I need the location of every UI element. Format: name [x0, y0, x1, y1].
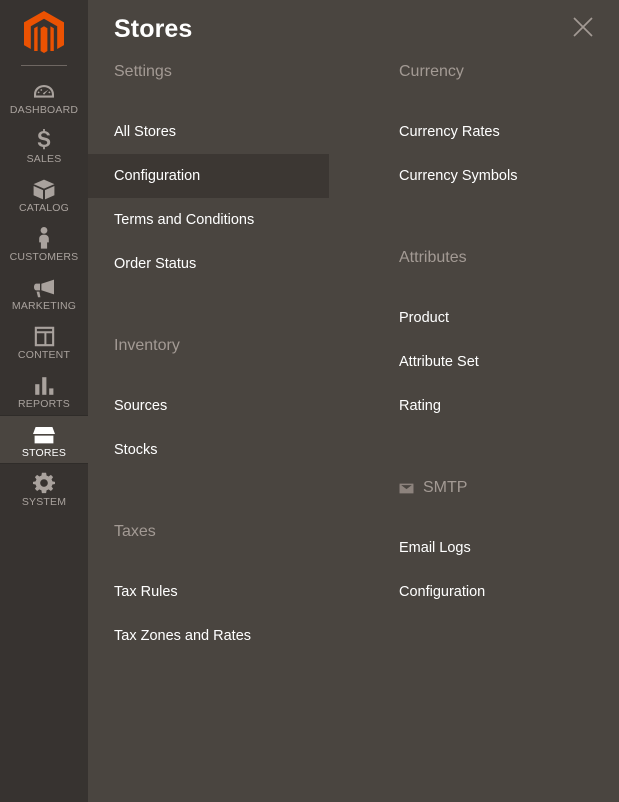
sidebar-item-label: REPORTS [18, 397, 70, 410]
stores-menu-panel: Stores Settings All Stores Configuration… [88, 0, 619, 802]
menu-item-currency-rates[interactable]: Currency Rates [373, 110, 584, 154]
magento-logo-icon [24, 11, 64, 53]
admin-sidebar: DASHBOARD SALES CATALOG CUSTOMERS MARKET… [0, 0, 88, 802]
box-icon [33, 178, 55, 200]
dollar-sign-icon [37, 128, 51, 151]
dashboard-gauge-icon [33, 80, 55, 102]
menu-group-attributes: Attributes Product Attribute Set Rating [373, 244, 598, 428]
group-title: Taxes [114, 523, 156, 540]
panel-header: Stores [88, 0, 619, 58]
menu-item-smtp-configuration[interactable]: Configuration [373, 570, 584, 614]
sidebar-item-dashboard[interactable]: DASHBOARD [0, 72, 88, 121]
menu-item-sources[interactable]: Sources [88, 384, 329, 428]
menu-item-stocks[interactable]: Stocks [88, 428, 329, 472]
group-title-smtp: SMTP [373, 474, 598, 502]
magento-admin-stores-menu: DASHBOARD SALES CATALOG CUSTOMERS MARKET… [0, 0, 619, 802]
sidebar-item-label: DASHBOARD [9, 103, 79, 116]
sidebar-item-label: CUSTOMERS [9, 250, 79, 263]
menu-item-terms-and-conditions[interactable]: Terms and Conditions [88, 198, 329, 242]
close-icon[interactable] [567, 12, 597, 42]
sidebar-item-label: CATALOG [18, 201, 70, 214]
group-title: Attributes [399, 249, 467, 266]
bar-chart-icon [34, 374, 55, 396]
menu-item-tax-zones-and-rates[interactable]: Tax Zones and Rates [88, 614, 329, 658]
sidebar-item-system[interactable]: SYSTEM [0, 464, 88, 513]
layout-window-icon [34, 325, 55, 347]
sidebar-item-label: STORES [21, 446, 67, 459]
sidebar-item-catalog[interactable]: CATALOG [0, 170, 88, 219]
group-title: Currency [399, 63, 464, 80]
menu-group-currency: Currency Currency Rates Currency Symbols [373, 58, 598, 198]
sidebar-item-label: MARKETING [11, 299, 77, 312]
menu-columns: Settings All Stores Configuration Terms … [88, 58, 619, 658]
menu-column-right: Currency Currency Rates Currency Symbols… [343, 58, 598, 658]
menu-group-taxes: Taxes Tax Rules Tax Zones and Rates [88, 518, 343, 658]
group-title-label: SMTP [423, 479, 468, 496]
sidebar-item-reports[interactable]: REPORTS [0, 366, 88, 415]
sidebar-item-label: CONTENT [17, 348, 71, 361]
sidebar-divider [21, 65, 67, 66]
person-icon [37, 226, 51, 249]
menu-group-settings: Settings All Stores Configuration Terms … [88, 58, 343, 286]
page-title: Stores [114, 15, 193, 43]
sidebar-item-marketing[interactable]: MARKETING [0, 268, 88, 317]
menu-item-email-logs[interactable]: Email Logs [373, 526, 584, 570]
megaphone-icon [32, 276, 56, 298]
sidebar-item-sales[interactable]: SALES [0, 121, 88, 170]
storefront-icon [32, 423, 56, 445]
sidebar-item-label: SALES [26, 152, 62, 165]
gear-icon [33, 472, 55, 494]
menu-item-order-status[interactable]: Order Status [88, 242, 329, 286]
menu-item-product[interactable]: Product [373, 296, 584, 340]
group-title: Settings [114, 63, 172, 80]
group-title: Inventory [114, 337, 180, 354]
sidebar-item-content[interactable]: CONTENT [0, 317, 88, 366]
menu-group-inventory: Inventory Sources Stocks [88, 332, 343, 472]
menu-column-left: Settings All Stores Configuration Terms … [88, 58, 343, 658]
menu-item-attribute-set[interactable]: Attribute Set [373, 340, 584, 384]
menu-item-rating[interactable]: Rating [373, 384, 584, 428]
sidebar-item-customers[interactable]: CUSTOMERS [0, 219, 88, 268]
envelope-icon [399, 481, 415, 495]
sidebar-item-stores[interactable]: STORES [0, 415, 88, 464]
menu-item-all-stores[interactable]: All Stores [88, 110, 329, 154]
magento-logo[interactable] [0, 0, 88, 62]
menu-item-tax-rules[interactable]: Tax Rules [88, 570, 329, 614]
menu-item-configuration[interactable]: Configuration [88, 154, 329, 198]
sidebar-item-label: SYSTEM [21, 495, 67, 508]
menu-group-smtp: SMTP Email Logs Configuration [373, 474, 598, 614]
menu-item-currency-symbols[interactable]: Currency Symbols [373, 154, 584, 198]
